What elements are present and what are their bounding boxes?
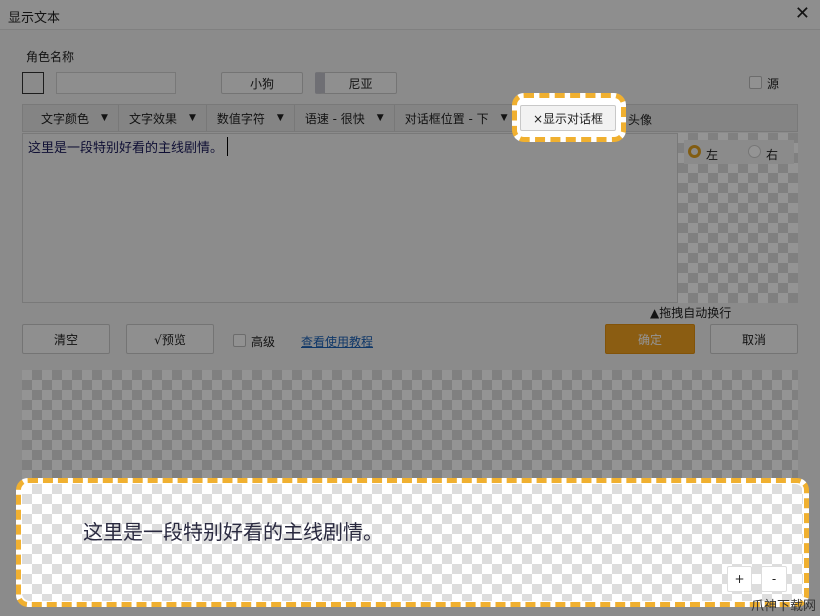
- value-char-dropdown[interactable]: 数值字符 ▼: [207, 105, 295, 131]
- window-title: 显示文本: [8, 11, 61, 26]
- chevron-down-icon: ▼: [500, 113, 508, 123]
- avatar-tab[interactable]: 头像: [628, 111, 652, 128]
- editor-text: 这里是一段特别好看的主线剧情。: [28, 137, 229, 156]
- chevron-down-icon: ▼: [188, 113, 196, 123]
- chevron-down-icon: ▼: [276, 113, 284, 123]
- dialog-preview-text: 这里是一段特别好看的主线剧情。: [83, 520, 383, 544]
- right-radio-label: 右: [766, 148, 779, 162]
- zoom-in-button[interactable]: +: [727, 566, 752, 592]
- character-color-swatch[interactable]: [22, 72, 44, 94]
- right-radio[interactable]: [748, 145, 761, 158]
- text-editor[interactable]: [22, 133, 678, 303]
- drag-wrap-handle[interactable]: ▲拖拽自动换行: [650, 304, 731, 321]
- source-checkbox[interactable]: [749, 76, 762, 89]
- confirm-button[interactable]: 确定: [605, 324, 695, 354]
- dialog-position-dropdown[interactable]: 对话框位置 - 下 ▼: [395, 105, 518, 131]
- preset-niya-button[interactable]: 尼亚: [315, 72, 397, 94]
- clear-button[interactable]: 清空: [22, 324, 110, 354]
- text-effect-dropdown[interactable]: 文字效果 ▼: [119, 105, 207, 131]
- preview-button[interactable]: √预览: [126, 324, 214, 354]
- watermark: 爪神下载网: [750, 599, 816, 614]
- title-bar: [0, 0, 820, 30]
- character-name-label: 角色名称: [26, 50, 75, 64]
- speed-dropdown[interactable]: 语速 - 很快 ▼: [295, 105, 395, 131]
- left-radio[interactable]: [688, 145, 701, 158]
- tutorial-link[interactable]: 查看使用教程: [301, 333, 373, 350]
- advanced-label: 高级: [251, 335, 276, 349]
- advanced-checkbox[interactable]: [233, 334, 246, 347]
- preset-xiaogou-button[interactable]: 小狗: [221, 72, 303, 94]
- left-radio-label: 左: [706, 148, 719, 162]
- stage-preview-top: [22, 370, 798, 490]
- show-dialog-toggle[interactable]: ×显示对话框: [520, 105, 616, 131]
- close-icon[interactable]: ✕: [795, 3, 810, 24]
- source-label: 源: [767, 77, 780, 91]
- text-color-dropdown[interactable]: 文字颜色 ▼: [23, 105, 119, 131]
- cancel-button[interactable]: 取消: [710, 324, 798, 354]
- zoom-out-button[interactable]: -: [761, 566, 787, 592]
- format-toolbar: 文字颜色 ▼ 文字效果 ▼ 数值字符 ▼ 语速 - 很快 ▼ 对话框位置 - 下 ▼: [22, 104, 798, 132]
- chevron-down-icon: ▼: [101, 113, 108, 123]
- chevron-down-icon: ▼: [376, 113, 384, 123]
- character-name-input[interactable]: [56, 72, 176, 94]
